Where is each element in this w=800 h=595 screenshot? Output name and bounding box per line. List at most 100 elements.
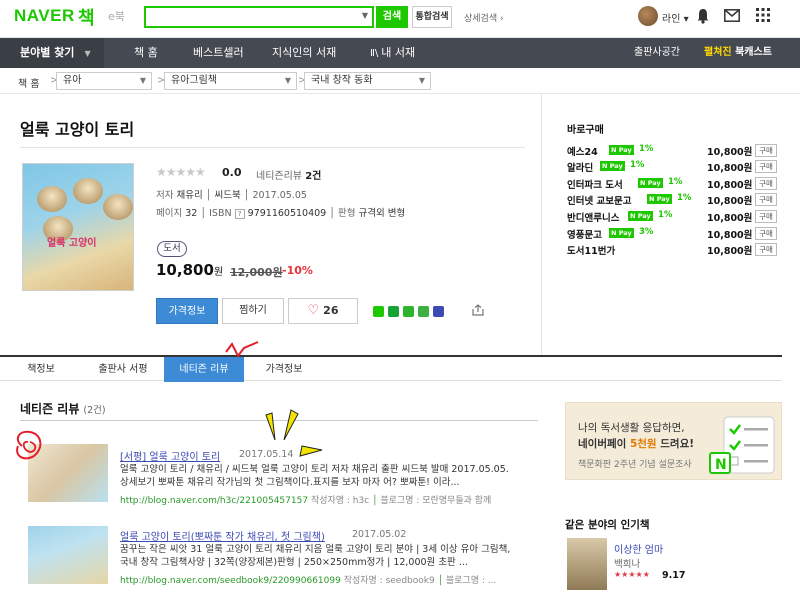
npay-badge-icon: N Pay xyxy=(609,228,634,238)
store-name[interactable]: 영풍문고 xyxy=(567,227,602,241)
popular-book-title-link[interactable]: 이상한 엄마 xyxy=(614,541,663,556)
npay-badge-icon: N Pay xyxy=(628,211,653,221)
npay-rate: 3% xyxy=(639,227,654,237)
top-bar: NAVER 책 e북 ▼ 검색 통합검색 상세검색 › 라인 ▾ xyxy=(0,0,800,38)
book-cover[interactable]: 얼룩 고양이 xyxy=(22,163,134,291)
search-dropdown-icon[interactable]: ▼ xyxy=(362,11,368,20)
ad-line-2-highlight: 5천원 xyxy=(629,438,657,450)
breadcrumb-home[interactable]: 책 홈 xyxy=(18,75,40,90)
dropdown-arrow-icon: ▼ xyxy=(139,76,146,85)
nav-item-my-library[interactable]: Ⅱ\ 내 서재 xyxy=(370,38,415,68)
review-url-link[interactable]: http://blog.naver.com/h3c/221005457157 xyxy=(120,496,308,506)
ebook-link[interactable]: e북 xyxy=(108,8,125,24)
buy-button[interactable]: 구매 xyxy=(755,227,777,240)
currency-label: 원 xyxy=(213,267,224,278)
book-logo[interactable]: 책 xyxy=(78,4,95,30)
naver-logo[interactable]: NAVER xyxy=(14,6,75,26)
popular-book-score: 9.17 xyxy=(662,570,686,581)
buy-button[interactable]: 구매 xyxy=(755,177,777,190)
heart-icon: ♡ xyxy=(307,303,320,318)
cafe-share-icon[interactable] xyxy=(388,306,399,317)
bookcast-link[interactable]: 펼쳐진 북캐스트 xyxy=(704,38,772,68)
npay-rate: 1% xyxy=(630,160,645,170)
breadcrumb-select-1[interactable]: 유아 ▼ xyxy=(56,72,152,90)
breadcrumb-select-2[interactable]: 유아그림책 ▼ xyxy=(164,72,297,90)
search-input[interactable]: ▼ xyxy=(144,6,374,28)
search-button[interactable]: 검색 xyxy=(376,6,408,28)
dropdown-arrow-icon: ▼ xyxy=(418,76,425,85)
popular-book-cover[interactable] xyxy=(567,538,607,590)
popular-book-author: 백희나 xyxy=(614,559,641,570)
buy-button[interactable]: 구매 xyxy=(755,144,777,157)
store-price: 10,800원 xyxy=(707,180,753,191)
category-menu-button[interactable]: 분야별 찾기 ▼ xyxy=(0,38,104,68)
npay-rate: 1% xyxy=(677,193,692,203)
like-button[interactable]: ♡ 26 xyxy=(288,298,358,324)
store-price: 10,800원 xyxy=(707,147,753,158)
review-count-value: 2건 xyxy=(305,171,322,182)
npay-badge-icon: N Pay xyxy=(647,194,672,204)
buy-button[interactable]: 구매 xyxy=(755,193,777,206)
review-title-link[interactable]: 얼룩 고양이 토리(뽀짜툰 작가 채유리, 첫 그림책) xyxy=(120,528,325,543)
advanced-search-link[interactable]: 상세검색 › xyxy=(464,11,504,24)
survey-ad-banner[interactable]: 나의 독서생활 응답하면, 네이버페이 5천원 드려요! 책문화판 2주년 기념… xyxy=(565,402,782,480)
share-icon[interactable] xyxy=(472,304,484,316)
sale-price-value: 10,800 xyxy=(156,261,214,279)
publisher-space-link[interactable]: 출판사공간 xyxy=(634,38,680,68)
nav-item-bestseller[interactable]: 베스트셀러 xyxy=(193,38,244,68)
bell-icon[interactable] xyxy=(696,8,710,24)
store-name[interactable]: 도서11번가 xyxy=(567,243,615,257)
bookcast-label: 북캐스트 xyxy=(735,47,772,58)
isbn-label: ISBN xyxy=(209,208,232,219)
ad-line-2-prefix: 네이버페이 xyxy=(578,438,630,450)
breadcrumb-select-3[interactable]: 국내 창작 동화 ▼ xyxy=(304,72,431,90)
blog-share-icon[interactable] xyxy=(373,306,384,317)
buy-button[interactable]: 구매 xyxy=(755,243,777,256)
review-blog: 블로그명 : 모란명무들과 함께 xyxy=(380,496,492,506)
chevron-down-icon: ▼ xyxy=(84,49,91,58)
store-price: 10,800원 xyxy=(707,246,753,257)
nav-item-intellectual-library[interactable]: 지식인의 서재 xyxy=(272,38,336,68)
popular-books-title: 같은 분야의 인기책 xyxy=(565,519,650,531)
memo-share-icon[interactable] xyxy=(433,306,444,317)
price-info-button[interactable]: 가격정보 xyxy=(156,298,218,324)
store-name[interactable]: 인터넷 교보문고 xyxy=(567,193,632,207)
category-label: 분야별 찾기 xyxy=(20,46,75,59)
store-name[interactable]: 예스24 xyxy=(567,144,598,158)
author-link[interactable]: 채유리 xyxy=(177,190,203,201)
buy-button[interactable]: 구매 xyxy=(755,210,777,223)
breadcrumb-select-3-label: 국내 창작 동화 xyxy=(311,75,373,86)
review-thumbnail[interactable] xyxy=(28,526,108,584)
total-search-button[interactable]: 통합검색 xyxy=(412,6,452,28)
advanced-search-label: 상세검색 xyxy=(464,14,498,24)
buy-button[interactable]: 구매 xyxy=(755,160,777,173)
band-share-icon[interactable] xyxy=(403,306,414,317)
review-label: 네티즌리뷰 xyxy=(256,171,302,182)
nav-item-book-home[interactable]: 책 홈 xyxy=(134,38,158,68)
help-icon[interactable]: ? xyxy=(234,209,245,219)
publisher-link[interactable]: 씨드북 xyxy=(215,190,241,201)
line-share-icon[interactable] xyxy=(418,306,429,317)
review-url: http://blog.naver.com/seedbook9/22099066… xyxy=(120,576,497,586)
breadcrumb-select-1-label: 유아 xyxy=(63,75,82,86)
wishlist-button[interactable]: 찜하기 xyxy=(222,298,284,324)
npay-badge-icon: N Pay xyxy=(638,178,663,188)
store-row: 알라딘 N Pay 1% 10,800원 구매 xyxy=(567,160,781,174)
review-writer: 작성자명 : h3c xyxy=(310,496,370,506)
user-name[interactable]: 라인 ▾ xyxy=(662,10,689,25)
store-price: 10,800원 xyxy=(707,163,753,174)
review-count[interactable]: 네티즌리뷰 2건 xyxy=(256,167,321,182)
ad-line-1: 나의 독서생활 응답하면, xyxy=(578,422,685,434)
buy-now-title: 바로구매 xyxy=(567,125,604,136)
store-row: 인터파크 도서 N Pay 1% 10,800원 구매 xyxy=(567,177,781,191)
app-grid-icon[interactable] xyxy=(756,8,770,22)
mail-icon[interactable] xyxy=(724,9,740,22)
sale-price: 10,800원 xyxy=(156,261,223,279)
avatar[interactable] xyxy=(638,6,658,26)
store-name[interactable]: 반디앤루니스 xyxy=(567,210,619,224)
review-url-link[interactable]: http://blog.naver.com/seedbook9/22099066… xyxy=(120,576,341,586)
store-row: 반디앤루니스 N Pay 1% 10,800원 구매 xyxy=(567,210,781,224)
main-nav: 분야별 찾기 ▼ 책 홈 베스트셀러 지식인의 서재 Ⅱ\ 내 서재 출판사공간 펼… xyxy=(0,38,800,68)
store-name[interactable]: 인터파크 도서 xyxy=(567,177,623,191)
store-name[interactable]: 알라딘 xyxy=(567,160,593,174)
